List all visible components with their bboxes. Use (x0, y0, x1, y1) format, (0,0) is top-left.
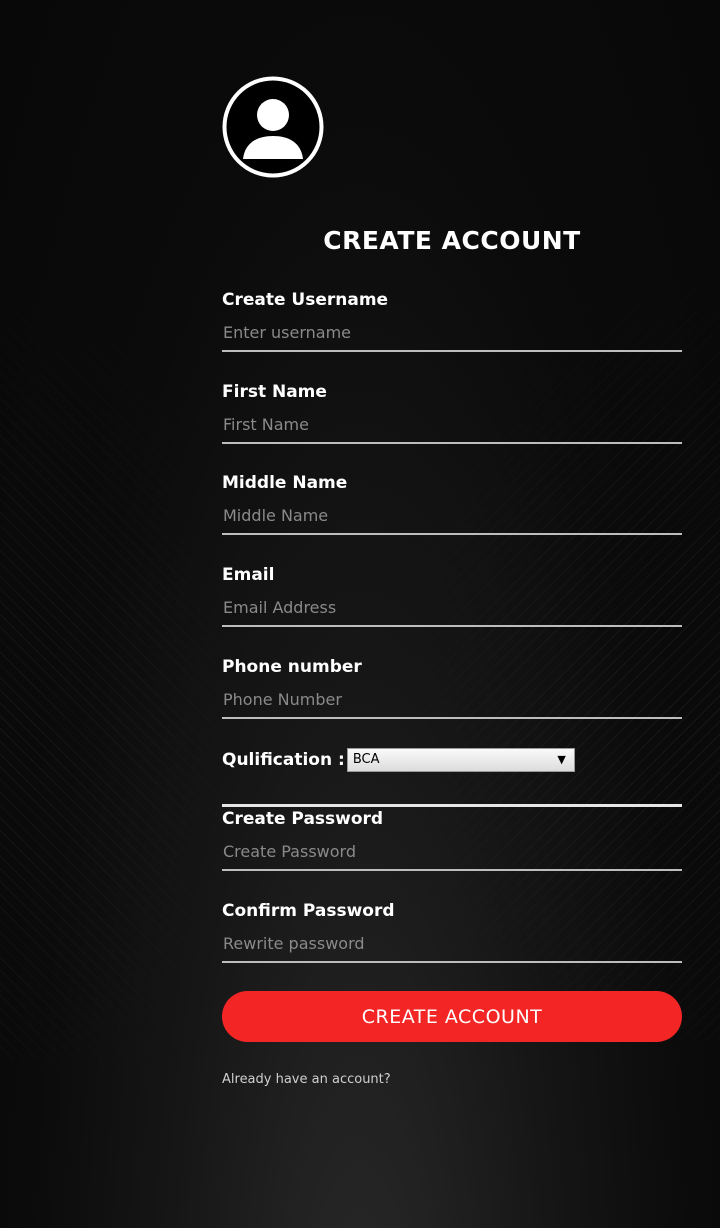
username-label: Create Username (222, 290, 389, 310)
create-account-button[interactable]: CREATE ACCOUNT (222, 991, 682, 1042)
chevron-down-icon: ▼ (557, 753, 566, 766)
email-label: Email (222, 565, 275, 585)
middle-name-input[interactable] (222, 497, 682, 535)
middle-name-field-group: Middle Name (222, 471, 682, 535)
qualification-label: Qulification : (222, 750, 345, 770)
create-account-screen: CREATE ACCOUNT Create Username First Nam… (0, 0, 720, 1228)
background-stripes-left (0, 300, 230, 1060)
phone-field-group: Phone number (222, 655, 682, 719)
qualification-selected-value: BCA (352, 752, 380, 767)
username-field-group: Create Username (222, 288, 682, 352)
create-password-field-group: Create Password (222, 807, 682, 871)
phone-label: Phone number (222, 657, 362, 677)
user-avatar-icon (222, 76, 324, 178)
username-input[interactable] (222, 314, 682, 352)
confirm-password-field-group: Confirm Password (222, 899, 682, 963)
confirm-password-input[interactable] (222, 925, 682, 963)
create-password-input[interactable] (222, 833, 682, 871)
create-password-label: Create Password (222, 809, 384, 829)
already-have-account-link[interactable]: Already have an account? (222, 1072, 391, 1087)
first-name-label: First Name (222, 382, 327, 402)
first-name-field-group: First Name (222, 380, 682, 444)
qualification-row: Qulification : BCA ▼ (222, 746, 575, 774)
email-field-group: Email (222, 563, 682, 627)
email-input[interactable] (222, 589, 682, 627)
page-title: CREATE ACCOUNT (323, 226, 581, 255)
phone-input[interactable] (222, 681, 682, 719)
qualification-select[interactable]: BCA ▼ (346, 748, 575, 772)
confirm-password-label: Confirm Password (222, 901, 395, 921)
first-name-input[interactable] (222, 406, 682, 444)
middle-name-label: Middle Name (222, 473, 348, 493)
